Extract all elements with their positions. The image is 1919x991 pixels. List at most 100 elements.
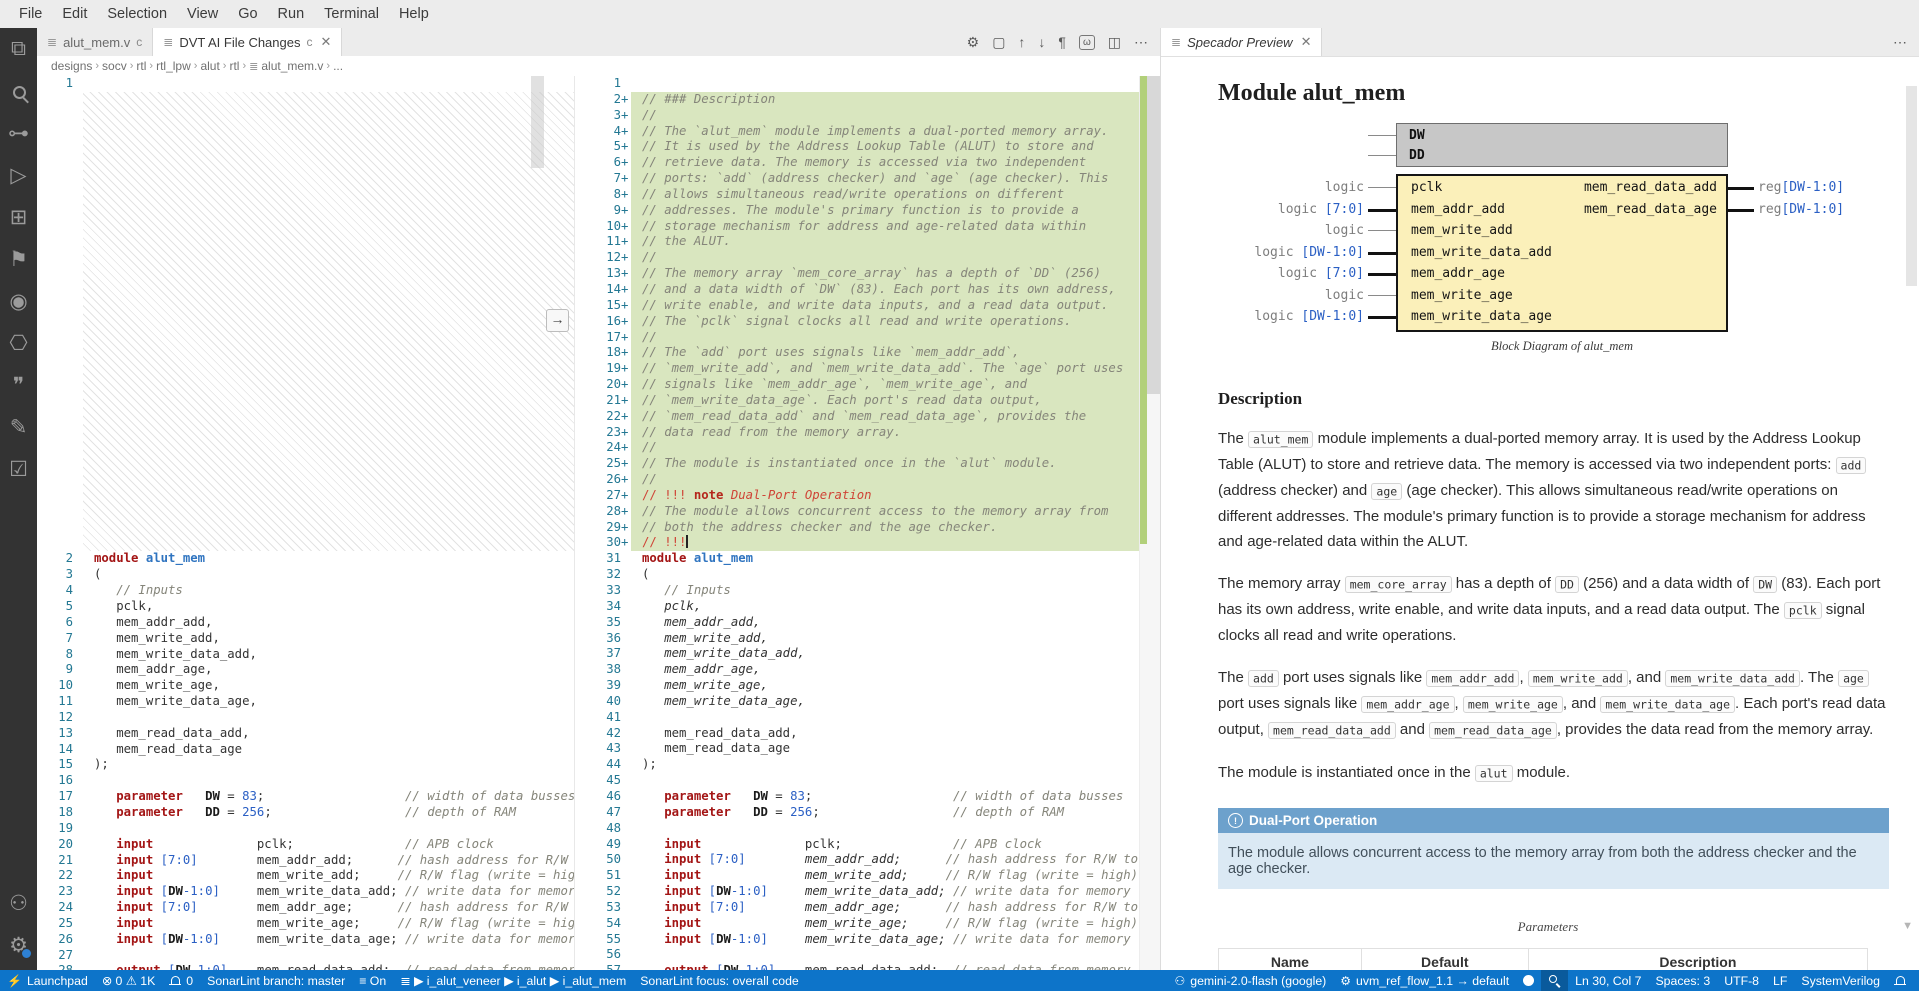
code-line[interactable]: 16+// The `pclk` signal clocks all read … [575, 314, 1139, 330]
code-line[interactable]: 56 [575, 947, 1139, 963]
code-line[interactable]: 28+// The module allows concurrent acces… [575, 504, 1139, 520]
code-line[interactable]: 10+// storage mechanism for address and … [575, 219, 1139, 235]
breadcrumb-item[interactable]: designs [51, 59, 92, 73]
breadcrumb-item[interactable]: alut [200, 59, 219, 73]
menu-item-run[interactable]: Run [269, 3, 314, 25]
status-left-item--0-1k[interactable]: ⊗ 0 ⚠ 1K [95, 970, 162, 991]
settings-gear-icon[interactable]: ⚙ [967, 34, 980, 51]
status-right-item-gemini-2-0-flash-google-[interactable]: ⚇gemini-2.0-flash (google) [1167, 970, 1333, 991]
code-line[interactable]: 14+// and a data width of `DW` (83). Eac… [575, 282, 1139, 298]
status-left-item-launchpad[interactable]: ⚡Launchpad [0, 970, 95, 991]
code-line[interactable]: 16 [37, 773, 574, 789]
code-line[interactable]: 13+// The memory array `mem_core_array` … [575, 266, 1139, 282]
code-line[interactable]: 9 mem_addr_age, [37, 662, 574, 678]
code-line[interactable]: 25 input mem_write_age; // R/W flag (wri… [37, 916, 574, 932]
code-line[interactable]: 31 module alut_mem [575, 551, 1139, 567]
extensions-icon[interactable]: ⊞ [0, 196, 37, 238]
code-line[interactable]: 53 input [7:0] mem_addr_age; // hash add… [575, 900, 1139, 916]
code-line[interactable]: 7+// ports: `add` (address checker) and … [575, 171, 1139, 187]
scrollbar-thumb[interactable] [1147, 76, 1160, 394]
code-line[interactable]: 3 ( [37, 567, 574, 583]
code-line[interactable]: 6 mem_addr_add, [37, 615, 574, 631]
menu-item-help[interactable]: Help [390, 3, 438, 25]
status-right-item-circle[interactable] [1516, 970, 1541, 991]
checklist-icon[interactable]: ☑ [0, 448, 37, 490]
manage-gear-icon[interactable]: ⚙ [0, 924, 37, 966]
menu-item-edit[interactable]: Edit [53, 3, 96, 25]
code-line[interactable]: 5+// It is used by the Address Lookup Ta… [575, 139, 1139, 155]
code-line[interactable]: 18 parameter DD = 256; // depth of RAM [37, 805, 574, 821]
breadcrumb-item[interactable]: rtl_lpw [156, 59, 191, 73]
menu-item-view[interactable]: View [178, 3, 227, 25]
code-line[interactable]: 35 mem_addr_add, [575, 615, 1139, 631]
code-line[interactable]: 32 ( [575, 567, 1139, 583]
code-line[interactable]: 52 input [DW-1:0] mem_write_data_add; //… [575, 884, 1139, 900]
search-icon[interactable] [0, 70, 37, 112]
code-line[interactable]: 37 mem_write_data_add, [575, 646, 1139, 662]
code-line[interactable]: 12+// [575, 250, 1139, 266]
breadcrumb-item[interactable]: ... [333, 59, 343, 73]
code-line[interactable]: 36 mem_write_add, [575, 631, 1139, 647]
code-line[interactable]: 8 mem_write_data_add, [37, 647, 574, 663]
compare-icon[interactable]: ▢ [992, 34, 1005, 51]
code-line[interactable]: 8+// allows simultaneous read/write oper… [575, 187, 1139, 203]
comments-icon[interactable]: ❞ [0, 364, 37, 406]
code-line[interactable]: 2 module alut_mem [37, 551, 574, 567]
tab-alut-mem-v[interactable]: ≣alut_mem.vc [37, 28, 153, 56]
code-line[interactable]: 1 [575, 76, 1139, 92]
menu-item-go[interactable]: Go [229, 3, 266, 25]
breadcrumb-item[interactable]: rtl [229, 59, 239, 73]
code-line[interactable]: 21+// `mem_write_data_age`. Each port's … [575, 393, 1139, 409]
run-debug-icon[interactable]: ▷ [0, 154, 37, 196]
code-line[interactable]: 2+// ### Description [575, 92, 1139, 108]
code-line[interactable]: 57 output [DW-1:0] mem_read_data_add; //… [575, 963, 1139, 970]
menu-item-terminal[interactable]: Terminal [315, 3, 388, 25]
left-pane-scrollbar-thumb[interactable] [531, 76, 544, 168]
code-line[interactable]: 20+// signals like `mem_addr_age`, `mem_… [575, 377, 1139, 393]
code-line[interactable]: 19+// `mem_write_add`, and `mem_write_da… [575, 361, 1139, 377]
code-line[interactable]: 39 mem_write_age, [575, 678, 1139, 694]
code-line[interactable]: 41 [575, 710, 1139, 726]
code-line[interactable]: 44 ); [575, 757, 1139, 773]
code-line[interactable]: 9+// addresses. The module's primary fun… [575, 203, 1139, 219]
code-line[interactable]: 1 [37, 76, 574, 92]
code-line[interactable]: 15 ); [37, 757, 574, 773]
code-line[interactable]: 43 mem_read_data_age [575, 741, 1139, 757]
code-line[interactable]: 30+// !!! [575, 535, 1139, 551]
code-line[interactable]: 20 input pclk; // APB clock [37, 837, 574, 853]
close-icon[interactable]: ✕ [1301, 34, 1312, 50]
code-line[interactable]: 23 input [DW-1:0] mem_write_data_add; //… [37, 884, 574, 900]
account-icon[interactable]: ⚇ [0, 882, 37, 924]
render-whitespace-icon[interactable]: ¶ [1058, 34, 1066, 50]
breadcrumb-item[interactable]: rtl [136, 59, 146, 73]
status-right-item-lf[interactable]: LF [1766, 970, 1794, 991]
status-right-item-utf-8[interactable]: UTF-8 [1717, 970, 1766, 991]
status-left-item-sonarlint-branch-master[interactable]: SonarLint branch: master [200, 970, 352, 991]
code-line[interactable]: 11 mem_write_data_age, [37, 694, 574, 710]
code-line[interactable]: 38 mem_addr_age, [575, 662, 1139, 678]
code-line[interactable]: 54 input mem_write_age; // R/W flag (wri… [575, 916, 1139, 932]
diff-modified-pane[interactable]: 1 2+// ### Description3+//4+// The `alut… [575, 76, 1139, 970]
code-line[interactable]: 26+// [575, 472, 1139, 488]
status-right-item-spaces-3[interactable]: Spaces: 3 [1648, 970, 1717, 991]
verification-icon[interactable]: ◉ [0, 280, 37, 322]
code-line[interactable]: 48 [575, 821, 1139, 837]
code-line[interactable]: 24+// [575, 440, 1139, 456]
dvt-icon[interactable]: ⎔ [0, 322, 37, 364]
next-change-icon[interactable]: ↓ [1038, 34, 1045, 50]
code-line[interactable]: 28 output [DW-1:0] mem_read_data_add; //… [37, 963, 574, 970]
code-line[interactable]: 12 [37, 710, 574, 726]
code-line[interactable]: 27 [37, 948, 574, 964]
code-line[interactable]: 22 input mem_write_add; // R/W flag (wri… [37, 868, 574, 884]
code-line[interactable]: 42 mem_read_data_add, [575, 726, 1139, 742]
open-preview-icon[interactable]: ω [1079, 35, 1095, 50]
code-line[interactable]: 13 mem_read_data_add, [37, 726, 574, 742]
code-line[interactable]: 11+// the ALUT. [575, 234, 1139, 250]
status-left-item--i-alut-veneer-i-alut-i-alut-m[interactable]: ≣ ▶ i_alut_veneer ▶ i_alut ▶ i_alut_mem [393, 970, 633, 991]
split-editor-icon[interactable]: ◫ [1108, 34, 1121, 51]
code-line[interactable]: 22+// `mem_read_data_add` and `mem_read_… [575, 409, 1139, 425]
tab-dvt-ai-file-changes[interactable]: ≣DVT AI File Changesc✕ [153, 28, 342, 56]
code-line[interactable]: 17+// [575, 330, 1139, 346]
code-line[interactable]: 33 // Inputs [575, 583, 1139, 599]
previous-change-icon[interactable]: ↑ [1018, 34, 1025, 50]
